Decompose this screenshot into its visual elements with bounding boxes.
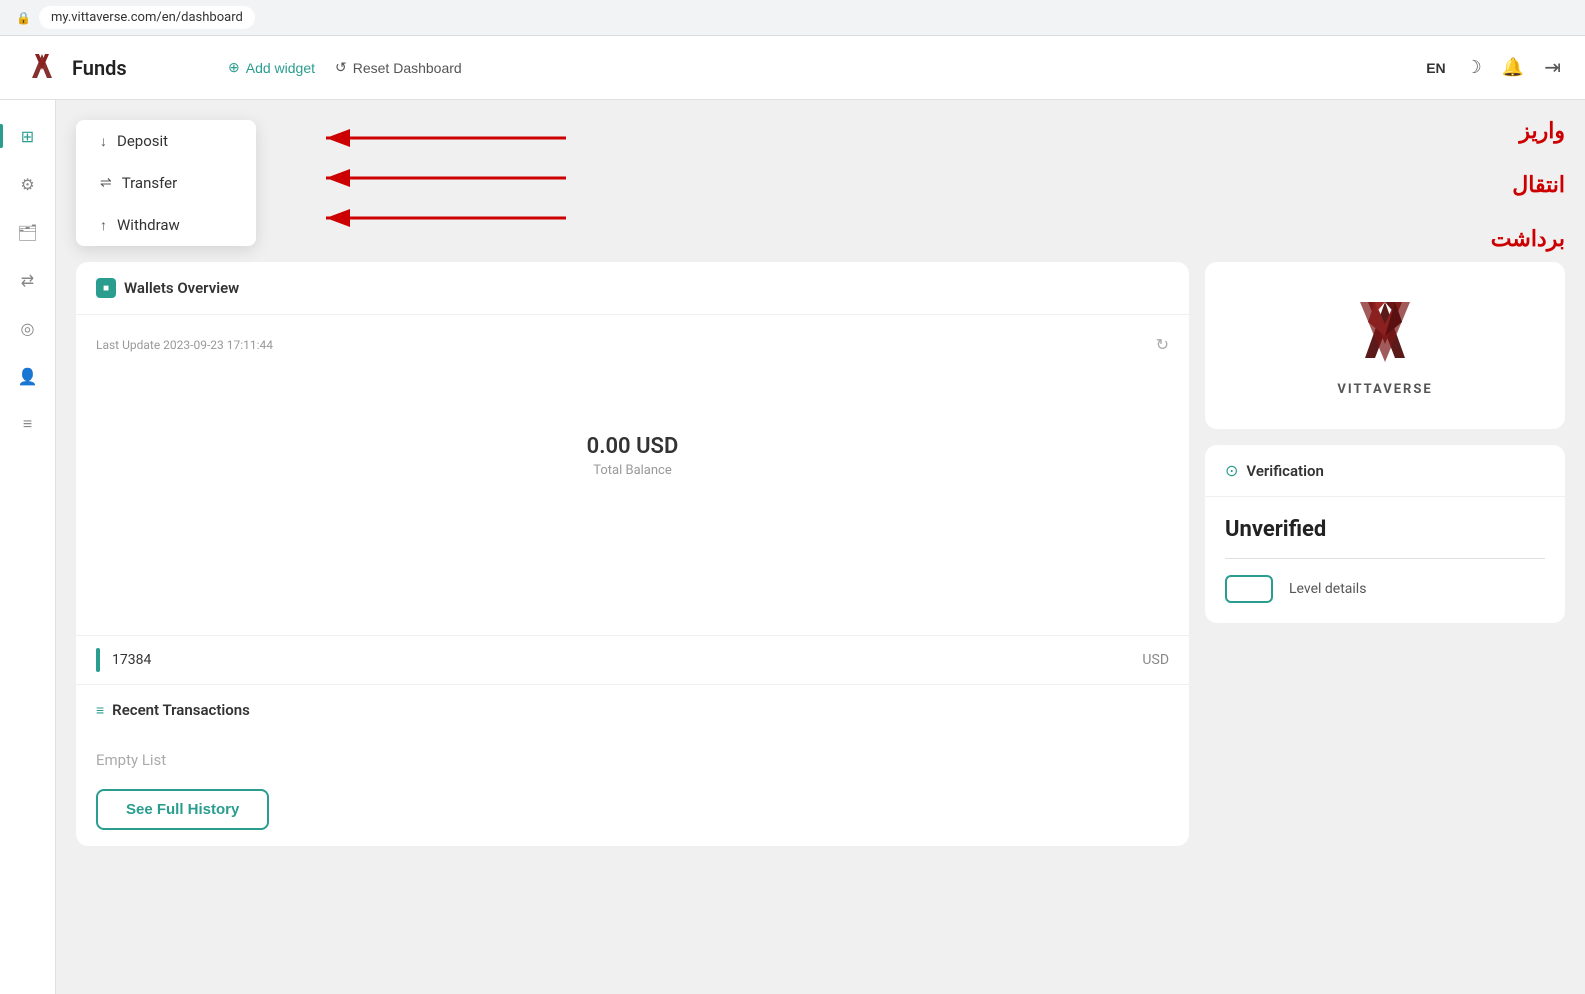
lock-icon: 🔒 <box>16 11 31 25</box>
deposit-icon: ↓ <box>100 133 107 150</box>
transfer-icon: ⇄ <box>21 271 34 290</box>
balance-center: 0.00 USD Total Balance <box>96 374 1169 538</box>
wallets-overview-card: ■ Wallets Overview Last Update 2023-09-2… <box>76 262 1189 846</box>
verification-status: Unverified <box>1225 517 1545 542</box>
moon-icon: ☽ <box>1466 57 1482 78</box>
see-full-history-button[interactable]: See Full History <box>96 789 269 830</box>
add-widget-button[interactable]: ⊕ Add widget <box>228 59 315 76</box>
content-area: ↓ Deposit ⇌ Transfer ↑ Withdraw <box>56 100 1585 994</box>
logout-icon: ⇥ <box>1544 55 1561 80</box>
last-update-row: Last Update 2023-09-23 17:11:44 ↻ <box>96 335 1169 354</box>
chart-row: 17384 USD <box>76 635 1189 684</box>
sidebar-thin: ⊞ ⚙ 🗂 ⇄ ◎ 👤 ≡ <box>0 100 56 994</box>
page-title: Funds <box>72 56 127 80</box>
wallets-header-icon: ■ <box>96 278 116 298</box>
dashboard-icon: ⊞ <box>21 127 34 146</box>
arabic-annotation: واریز انتقال برداشت <box>316 120 1565 244</box>
deposit-arabic-label: واریز <box>1491 118 1565 144</box>
language-button[interactable]: EN <box>1426 60 1445 76</box>
transfer-icon: ⇌ <box>100 175 112 191</box>
verification-title: Verification <box>1246 462 1323 480</box>
logout-button[interactable]: ⇥ <box>1544 55 1561 80</box>
reset-dashboard-button[interactable]: ↺ Reset Dashboard <box>335 59 462 76</box>
dashboard-grid: ■ Wallets Overview Last Update 2023-09-2… <box>76 262 1565 846</box>
app-wrapper: Funds ⊕ Add widget ↺ Reset Dashboard EN … <box>0 36 1585 994</box>
sidebar-item-list[interactable]: ≡ <box>8 404 48 444</box>
funds-popup-menu: ↓ Deposit ⇌ Transfer ↑ Withdraw <box>76 120 256 246</box>
sidebar-item-globe[interactable]: ◎ <box>8 308 48 348</box>
refresh-icon[interactable]: ↻ <box>1156 335 1169 354</box>
withdraw-icon: ↑ <box>100 217 107 234</box>
transactions-header: ≡ Recent Transactions <box>96 701 1169 719</box>
url-bar: my.vittaverse.com/en/dashboard <box>39 6 255 29</box>
annotation-arrows-svg <box>316 120 736 240</box>
verification-header: ⊙ Verification <box>1205 445 1565 497</box>
list-icon: ≡ <box>23 414 32 434</box>
wallets-content: Last Update 2023-09-23 17:11:44 ↻ 0.00 U… <box>76 315 1189 635</box>
header-actions: ⊕ Add widget ↺ Reset Dashboard <box>228 59 462 76</box>
last-update-text: Last Update 2023-09-23 17:11:44 <box>96 338 273 352</box>
shield-icon: ⊙ <box>1225 461 1238 480</box>
transactions-title: Recent Transactions <box>112 701 250 719</box>
chart-value: 17384 <box>112 652 1130 668</box>
sidebar-item-wallet[interactable]: 🗂 <box>8 212 48 252</box>
brand-name: VITTAVERSE <box>1337 382 1432 397</box>
transfer-arabic-label: انتقال <box>1491 172 1565 198</box>
popup-annotation-area: ↓ Deposit ⇌ Transfer ↑ Withdraw <box>76 120 1565 246</box>
chart-currency: USD <box>1142 652 1169 668</box>
verification-row: Level details <box>1225 575 1545 603</box>
level-details-label: Level details <box>1289 581 1366 597</box>
sidebar-item-settings[interactable]: ⚙ <box>8 164 48 204</box>
total-balance-amount: 0.00 USD <box>587 434 679 459</box>
verification-card: ⊙ Verification Unverified Level details <box>1205 445 1565 623</box>
wallet-icon: 🗂 <box>17 223 37 242</box>
reset-icon: ↺ <box>335 59 347 76</box>
header-right: EN ☽ 🔔 ⇥ <box>1426 55 1561 80</box>
brand-logo-card: VITTAVERSE <box>1205 262 1565 429</box>
plus-circle-icon: ⊕ <box>228 59 240 76</box>
right-panel: VITTAVERSE ⊙ Verification Unverified <box>1205 262 1565 846</box>
sidebar-item-dashboard[interactable]: ⊞ <box>8 116 48 156</box>
browser-bar: 🔒 my.vittaverse.com/en/dashboard <box>0 0 1585 36</box>
dark-mode-button[interactable]: ☽ <box>1466 57 1482 78</box>
vittaverse-logo-large <box>1345 294 1425 374</box>
wallets-widget-header: ■ Wallets Overview <box>76 262 1189 315</box>
bell-icon: 🔔 <box>1502 57 1524 78</box>
transactions-icon: ≡ <box>96 702 104 719</box>
wallets-title: Wallets Overview <box>124 279 239 297</box>
left-column: ■ Wallets Overview Last Update 2023-09-2… <box>76 262 1189 846</box>
level-box <box>1225 575 1273 603</box>
sidebar-item-user[interactable]: 👤 <box>8 356 48 396</box>
withdraw-menu-item[interactable]: ↑ Withdraw <box>76 204 256 246</box>
vittaverse-logo-small <box>24 50 60 86</box>
total-balance-label: Total Balance <box>593 463 672 478</box>
globe-icon: ◎ <box>21 319 35 338</box>
empty-list-label: Empty List <box>96 731 1169 781</box>
notifications-button[interactable]: 🔔 <box>1502 57 1524 78</box>
logo-area: Funds <box>24 50 204 86</box>
main-layout: ⊞ ⚙ 🗂 ⇄ ◎ 👤 ≡ <box>0 100 1585 994</box>
deposit-menu-item[interactable]: ↓ Deposit <box>76 120 256 162</box>
chart-bar-indicator <box>96 648 100 672</box>
transfer-menu-item[interactable]: ⇌ Transfer <box>76 162 256 204</box>
verification-content: Unverified Level details <box>1205 497 1565 623</box>
transactions-section: ≡ Recent Transactions Empty List See Ful… <box>76 684 1189 846</box>
settings-icon: ⚙ <box>20 175 34 194</box>
user-icon: 👤 <box>18 367 38 386</box>
sidebar-item-transfer[interactable]: ⇄ <box>8 260 48 300</box>
withdraw-arabic-label: برداشت <box>1491 226 1565 252</box>
top-header: Funds ⊕ Add widget ↺ Reset Dashboard EN … <box>0 36 1585 100</box>
